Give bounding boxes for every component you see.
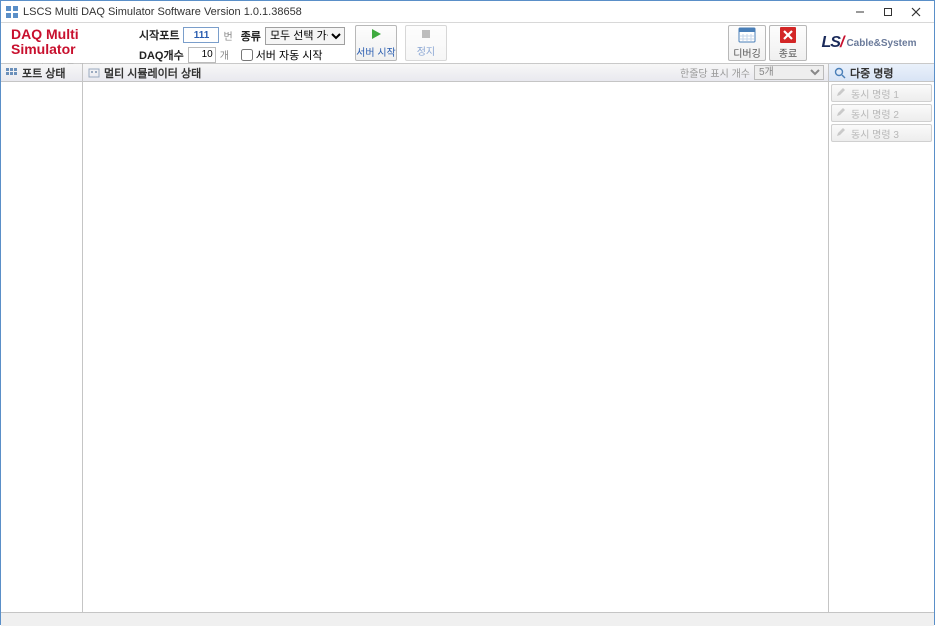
cmd-item-label: 동시 명령 3 <box>851 126 899 141</box>
app-icon <box>5 5 19 19</box>
auto-start-label: 서버 자동 시작 <box>256 47 323 63</box>
port-state-title: 포트 상태 <box>22 65 66 81</box>
config-block-2: 종류 모두 선택 가능 서버 자동 시작 <box>237 23 349 63</box>
grid-icon <box>5 67 19 79</box>
daq-count-input[interactable] <box>188 47 216 63</box>
multi-cmd-header: 다중 명령 <box>829 64 934 82</box>
window-title: LSCS Multi DAQ Simulator Software Versio… <box>23 6 846 18</box>
brand-name: DAQ Multi Simulator <box>11 27 135 58</box>
multi-sim-title: 멀티 시뮬레이터 상태 <box>104 65 201 81</box>
start-port-input[interactable] <box>183 27 219 43</box>
module-icon <box>87 67 101 79</box>
type-select[interactable]: 모두 선택 가능 <box>265 27 345 45</box>
pencil-icon <box>836 127 848 139</box>
minimize-button[interactable] <box>846 3 874 21</box>
titlebar: LSCS Multi DAQ Simulator Software Versio… <box>1 1 934 23</box>
multi-cmd-body: 동시 명령 1 동시 명령 2 동시 명령 3 <box>829 82 934 612</box>
start-port-label: 시작포트 <box>139 27 179 43</box>
multi-sim-body <box>83 82 828 612</box>
exit-button[interactable]: 종료 <box>769 25 807 61</box>
cmd-item-1[interactable]: 동시 명령 1 <box>831 84 932 102</box>
server-stop-label: 정지 <box>417 43 435 58</box>
multi-cmd-panel: 다중 명령 동시 명령 1 동시 명령 2 동시 명령 3 <box>828 64 934 612</box>
port-state-panel: 포트 상태 <box>1 64 83 612</box>
stop-icon <box>420 28 432 42</box>
count-unit: 개 <box>220 47 229 62</box>
rows-per-col-label: 한줄당 표시 개수 <box>680 65 750 80</box>
cmd-item-3[interactable]: 동시 명령 3 <box>831 124 932 142</box>
logo-sub: Cable&System <box>846 38 916 49</box>
port-state-header: 포트 상태 <box>1 64 82 82</box>
workspace: 포트 상태 멀티 시뮬레이터 상태 한줄당 표시 개수 5개 다중 명령 <box>1 64 934 612</box>
window-controls <box>846 3 930 21</box>
logo-ls: LS/ <box>822 34 844 52</box>
server-start-button[interactable]: 서버 시작 <box>355 25 397 61</box>
exit-label: 종료 <box>779 45 797 60</box>
multi-sim-panel: 멀티 시뮬레이터 상태 한줄당 표시 개수 5개 <box>83 64 828 612</box>
daq-count-label: DAQ개수 <box>139 47 184 63</box>
calendar-icon <box>738 26 756 44</box>
statusbar <box>1 612 934 626</box>
toolbar: DAQ Multi Simulator DAQ 다중 시뮬레이터 시작포트 번 … <box>1 23 934 64</box>
auto-start-checkbox-input[interactable] <box>241 49 253 61</box>
port-state-body <box>1 82 82 612</box>
debug-label: 디버깅 <box>733 45 761 60</box>
cmd-item-label: 동시 명령 1 <box>851 86 899 101</box>
server-stop-button[interactable]: 정지 <box>405 25 447 61</box>
port-unit: 번 <box>223 28 232 43</box>
maximize-button[interactable] <box>874 3 902 21</box>
cmd-item-label: 동시 명령 2 <box>851 106 899 121</box>
pencil-icon <box>836 87 848 99</box>
config-block-1: 시작포트 번 DAQ개수 개 <box>135 23 237 63</box>
brand: DAQ Multi Simulator DAQ 다중 시뮬레이터 <box>7 23 135 63</box>
server-start-label: 서버 시작 <box>356 44 396 59</box>
multi-cmd-title: 다중 명령 <box>850 65 894 81</box>
toolbar-spacer <box>449 23 728 63</box>
play-icon <box>369 27 383 43</box>
close-button[interactable] <box>902 3 930 21</box>
type-label: 종류 <box>241 28 261 44</box>
multi-sim-header: 멀티 시뮬레이터 상태 한줄당 표시 개수 5개 <box>83 64 828 82</box>
cmd-item-2[interactable]: 동시 명령 2 <box>831 104 932 122</box>
rows-per-col-select[interactable]: 5개 <box>754 65 824 80</box>
auto-start-checkbox[interactable]: 서버 자동 시작 <box>241 47 323 63</box>
debug-button[interactable]: 디버깅 <box>728 25 766 61</box>
pencil-icon <box>836 107 848 119</box>
corporate-logo: LS/ Cable&System <box>810 23 928 63</box>
close-x-icon <box>779 26 797 44</box>
magnify-icon <box>833 67 847 79</box>
